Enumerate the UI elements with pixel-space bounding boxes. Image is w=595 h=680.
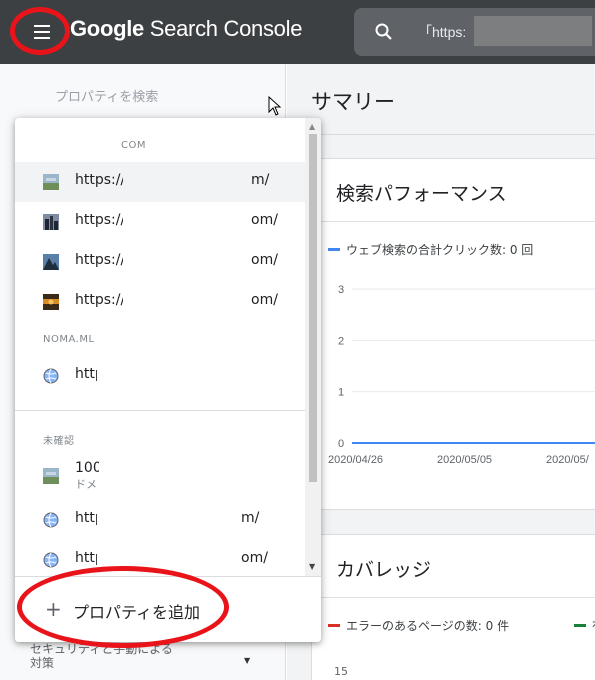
scroll-down-arrow-icon[interactable]: ▼ bbox=[309, 562, 315, 571]
sidebar-scroll-down-icon[interactable]: ▼ bbox=[244, 656, 250, 665]
x-axis-ticks: 2020/04/26 2020/05/05 2020/05/ bbox=[328, 454, 590, 466]
y-axis-tick-label: 0 bbox=[338, 438, 344, 450]
performance-card-title: 検索パフォーマンス bbox=[336, 183, 507, 205]
search-icon bbox=[375, 23, 392, 40]
property-url-suffix: om/ bbox=[251, 212, 278, 228]
divider bbox=[287, 134, 595, 135]
property-list: COM https:// m/ https:// om/ https:// om… bbox=[15, 118, 305, 576]
coverage-card[interactable]: カバレッジ エラーのあるページの数: 0 件 有 15 bbox=[311, 534, 595, 680]
redaction-block bbox=[123, 286, 251, 318]
mountain-thumbnail-icon bbox=[43, 254, 59, 270]
brand-product: Search Console bbox=[143, 16, 303, 41]
legend-swatch bbox=[328, 248, 340, 251]
property-item[interactable]: https:// m/ bbox=[15, 162, 305, 202]
y-axis-tick-label: 1 bbox=[338, 387, 344, 399]
property-search-input[interactable]: プロパティを検索 bbox=[55, 86, 158, 105]
group-label: NOMA.ML bbox=[43, 334, 95, 345]
app-logo: Google Search Console bbox=[70, 16, 302, 42]
property-type-label: ドメ bbox=[75, 478, 97, 491]
globe-icon bbox=[43, 368, 59, 384]
search-input-text[interactable]: 「https: bbox=[418, 22, 466, 42]
group-label: COM bbox=[121, 140, 146, 151]
property-url-suffix: om/ bbox=[251, 252, 278, 268]
property-url-suffix: om/ bbox=[241, 550, 268, 566]
brand-google: Google bbox=[70, 16, 144, 41]
group-label: 未確認 bbox=[43, 436, 75, 447]
x-axis-tick-label: 2020/04/26 bbox=[328, 454, 383, 466]
performance-chart: 3 2 1 0 2020/04/26 2020/05/05 2020/05/ bbox=[328, 284, 595, 466]
property-item[interactable]: https:// om/ bbox=[15, 242, 305, 282]
performance-card[interactable]: 検索パフォーマンス ウェブ検索の合計クリック数: 0 回 3 2 1 0 2020/0… bbox=[311, 158, 595, 510]
annotation-circle-add-property bbox=[17, 566, 229, 648]
divider bbox=[312, 221, 595, 222]
mouse-pointer-icon bbox=[268, 96, 282, 116]
divider bbox=[15, 410, 305, 411]
dropdown-scrollbar[interactable]: ▲ ▼ bbox=[305, 118, 321, 576]
property-item[interactable]: http m/ bbox=[15, 500, 305, 540]
coverage-card-title: カバレッジ bbox=[336, 559, 432, 581]
coverage-legend-valid: 有 bbox=[574, 617, 595, 634]
property-item[interactable]: https:// om/ bbox=[15, 202, 305, 242]
property-item[interactable]: 100 ドメ bbox=[15, 456, 305, 500]
main-content: サマリー 検索パフォーマンス ウェブ検索の合計クリック数: 0 回 3 2 1 0 2… bbox=[287, 64, 595, 680]
legend-label: ウェブ検索の合計クリック数: 0 回 bbox=[346, 243, 534, 257]
globe-icon bbox=[43, 512, 59, 528]
legend-label: エラーのあるページの数: 0 件 bbox=[346, 619, 510, 633]
sidebar-item-security-2[interactable]: 対策 bbox=[30, 654, 54, 671]
redaction-block bbox=[123, 166, 251, 198]
city-thumbnail-icon bbox=[43, 214, 59, 230]
scroll-up-arrow-icon[interactable]: ▲ bbox=[309, 122, 315, 131]
globe-icon bbox=[43, 552, 59, 568]
annotation-circle-menu bbox=[10, 7, 70, 55]
top-app-bar: Google Search Console 「https: bbox=[0, 0, 595, 64]
landscape-thumbnail-icon bbox=[43, 174, 59, 190]
scrollbar-thumb[interactable] bbox=[309, 134, 317, 482]
redaction-block bbox=[474, 16, 592, 46]
property-url-suffix: om/ bbox=[251, 292, 278, 308]
page-title: サマリー bbox=[311, 90, 395, 114]
property-selector-dropdown: COM https:// m/ https:// om/ https:// om… bbox=[15, 118, 321, 642]
chart-gridlines bbox=[352, 288, 595, 444]
sunset-thumbnail-icon bbox=[43, 294, 59, 310]
legend-swatch bbox=[574, 624, 586, 627]
property-url-suffix: m/ bbox=[241, 510, 260, 526]
x-axis-tick-label: 2020/05/ bbox=[546, 454, 590, 466]
landscape-thumbnail-icon bbox=[43, 468, 59, 484]
y-axis-tick-label: 3 bbox=[338, 284, 344, 296]
property-url-prefix: https:// bbox=[75, 172, 126, 188]
coverage-legend-error: エラーのあるページの数: 0 件 bbox=[328, 617, 509, 634]
legend-swatch bbox=[328, 624, 340, 627]
property-url-prefix: https:// bbox=[75, 212, 126, 228]
redaction-block bbox=[123, 246, 251, 278]
y-axis-ticks: 3 2 1 0 bbox=[338, 284, 344, 450]
redaction-block bbox=[97, 504, 253, 536]
x-axis-tick-label: 2020/05/05 bbox=[437, 454, 492, 466]
property-url-prefix: https:// bbox=[75, 252, 126, 268]
redaction-block bbox=[123, 206, 251, 238]
y-axis-tick: 15 bbox=[334, 665, 348, 678]
redaction-block bbox=[99, 456, 259, 500]
divider bbox=[312, 597, 595, 598]
property-url-suffix: m/ bbox=[251, 172, 270, 188]
property-item[interactable]: http bbox=[15, 356, 305, 408]
property-url-prefix: https:// bbox=[75, 292, 126, 308]
property-url-prefix: 100 bbox=[75, 460, 102, 476]
chart-legend: ウェブ検索の合計クリック数: 0 回 bbox=[328, 241, 533, 258]
url-inspection-search[interactable]: 「https: bbox=[354, 8, 595, 56]
property-item[interactable]: https:// om/ bbox=[15, 282, 305, 322]
y-axis-tick-label: 2 bbox=[338, 335, 344, 347]
redaction-block bbox=[97, 360, 247, 408]
